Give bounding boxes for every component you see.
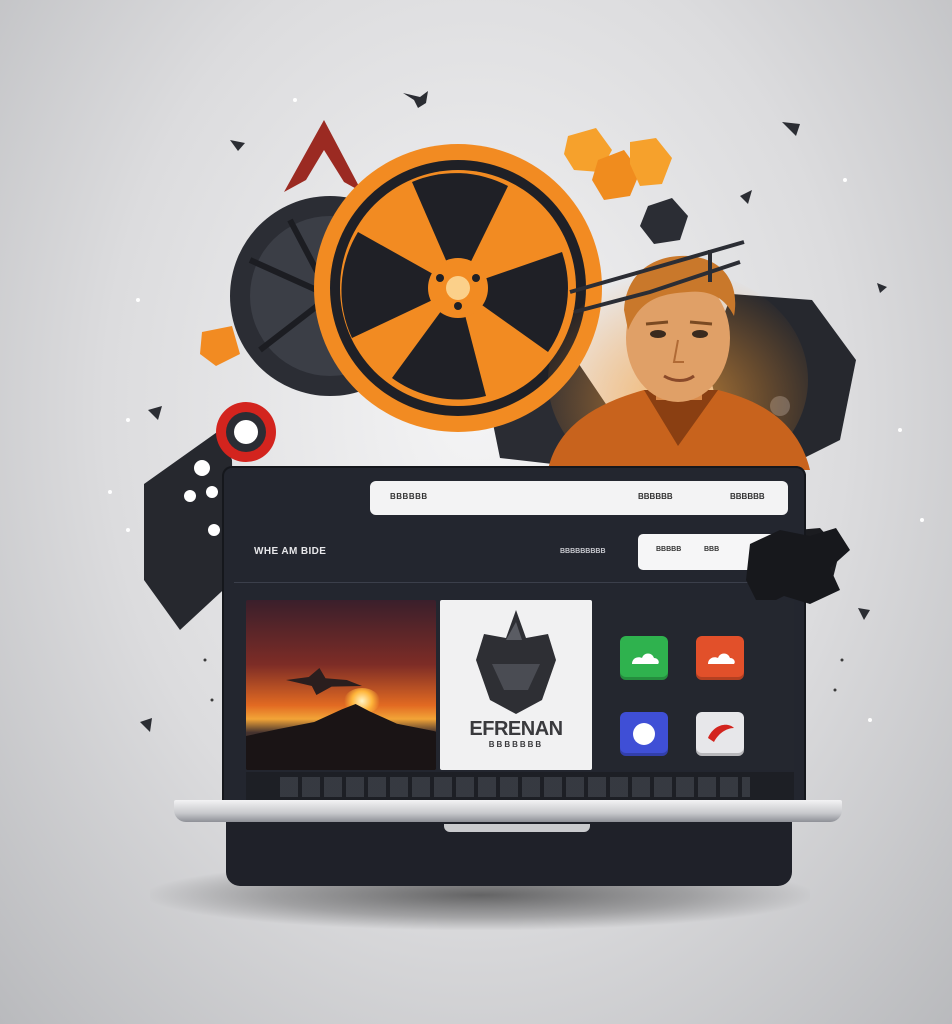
app-icon-grid xyxy=(600,600,794,770)
address-bar-text-right: BBBBBB xyxy=(730,492,765,501)
crest-logo-icon xyxy=(476,610,556,714)
keyboard xyxy=(280,777,750,797)
site-title: WHE AM BIDE xyxy=(254,546,327,557)
app-tile-green[interactable] xyxy=(620,636,668,680)
swoosh-icon xyxy=(708,724,734,742)
app-tile-blue[interactable] xyxy=(620,712,668,756)
browser-address-bar[interactable]: BBBBBB BBBBBB BBBBBB xyxy=(370,481,788,515)
cloud-icon xyxy=(632,653,659,664)
logo-subtitle: BBBBBBB xyxy=(488,740,544,749)
hill-silhouette xyxy=(246,704,436,770)
blob-icon xyxy=(633,723,655,745)
app-tile-white[interactable] xyxy=(696,712,744,756)
search-text-left: BBBBB xyxy=(656,546,682,553)
sunset-thumbnail[interactable] xyxy=(246,600,436,770)
projector-frame xyxy=(569,240,745,314)
cloud-icon xyxy=(708,653,735,664)
nav-link[interactable]: BBBBBBBBB xyxy=(560,548,606,555)
laptop-base xyxy=(174,800,842,822)
search-text-right: BBB xyxy=(704,546,720,553)
site-header: WHE AM BIDE BBBBBBBBB BBBBB BBB xyxy=(234,532,794,583)
address-bar-text-left: BBBBBB xyxy=(390,492,428,501)
logo-name: EFRENAN xyxy=(469,718,563,740)
logo-thumbnail[interactable]: EFRENAN BBBBBBB xyxy=(440,600,592,770)
trackpad-notch xyxy=(444,824,590,832)
address-bar-text-mid: BBBBBB xyxy=(638,492,673,501)
app-tile-orange[interactable] xyxy=(696,636,744,680)
illustration-stage: BBBBBB BBBBBB BBBBBB WHE AM BIDE BBBBBBB… xyxy=(0,0,952,1024)
